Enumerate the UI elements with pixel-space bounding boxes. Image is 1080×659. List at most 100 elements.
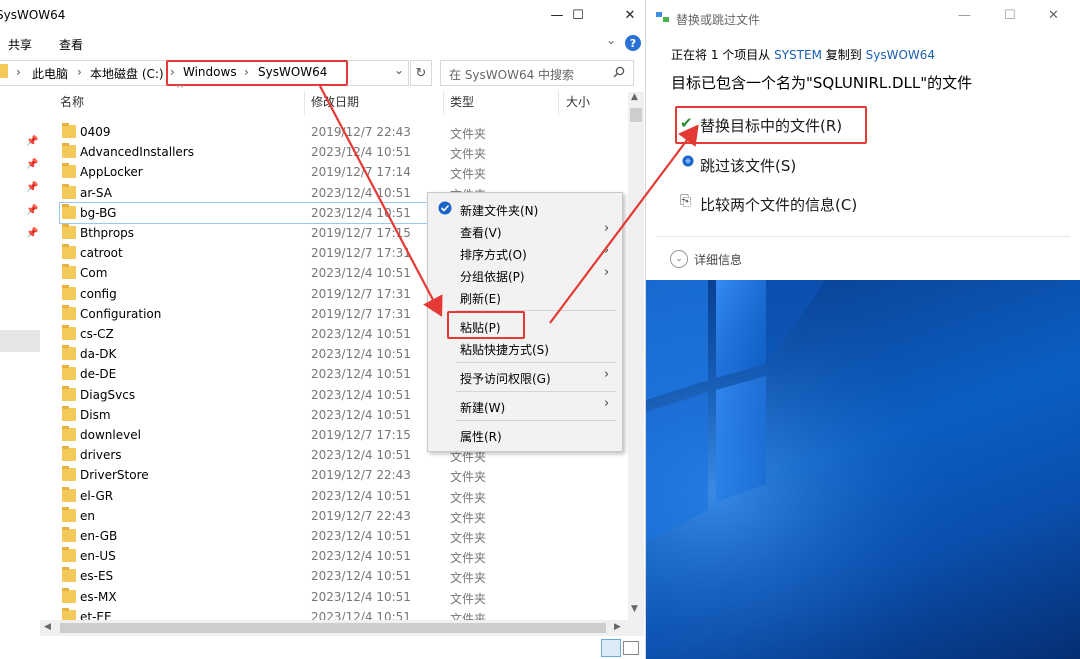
replace-skip-dialog: 替换或跳过文件 — ☐ ✕ 正在将 1 个项目从 SYSTEM 复制到 SysW… (646, 0, 1080, 280)
scroll-up-icon[interactable]: ▲ (631, 92, 638, 102)
file-name: drivers (80, 448, 122, 463)
folder-icon (62, 567, 76, 583)
ribbon-expand-icon[interactable]: ⌄ (606, 33, 616, 47)
dialog-minimize-button[interactable]: — (958, 8, 971, 23)
menu-item-sort-by[interactable]: 排序方式(O) (460, 246, 527, 263)
pin-icon[interactable]: 📌 (26, 136, 38, 147)
file-row[interactable]: es-ES 2023/12/4 10:51 文件夹 (60, 566, 620, 586)
target-link[interactable]: SysWOW64 (866, 48, 935, 62)
column-header-date[interactable]: 修改日期 (311, 93, 359, 113)
file-row[interactable]: en-GB 2023/12/4 10:51 文件夹 (60, 526, 620, 546)
address-dropdown-icon[interactable]: ⌄ (394, 63, 404, 77)
details-view-icon[interactable] (601, 639, 621, 657)
search-icon[interactable] (613, 66, 625, 78)
file-row[interactable]: DriverStore 2019/12/7 22:43 文件夹 (60, 465, 620, 485)
menu-item-new-folder[interactable]: 新建文件夹(N) (460, 202, 538, 219)
file-name: da-DK (80, 347, 117, 362)
scroll-left-icon[interactable]: ◀ (44, 622, 51, 632)
tab-share[interactable]: 共享 (8, 36, 32, 53)
vertical-scrollbar[interactable]: ▲ ▼ (628, 92, 644, 620)
menu-item-new[interactable]: 新建(W) (460, 399, 505, 416)
file-row[interactable]: en 2019/12/7 22:43 文件夹 (60, 506, 620, 526)
file-row[interactable]: 0409 2019/12/7 22:43 文件夹 (60, 122, 620, 142)
file-date: 2019/12/7 22:43 (311, 125, 411, 139)
menu-item-give-access[interactable]: 授予访问权限(G) (460, 370, 551, 387)
folder-icon (62, 244, 76, 260)
details-toggle[interactable]: 详细信息 (694, 251, 742, 268)
search-placeholder: 在 SysWOW64 中搜索 (449, 68, 575, 82)
breadcrumb-separator[interactable]: › (16, 65, 21, 79)
file-type: 文件夹 (450, 167, 487, 182)
submenu-chevron-icon: › (604, 265, 610, 280)
menu-item-view[interactable]: 查看(V) (460, 224, 502, 241)
menu-item-properties[interactable]: 属性(R) (460, 428, 502, 445)
folder-icon (62, 264, 76, 280)
folder-icon (62, 203, 76, 219)
file-name: el-GR (80, 488, 114, 503)
column-header-name[interactable]: 名称 (60, 93, 84, 113)
file-name: es-MX (80, 589, 117, 604)
menu-item-paste-shortcut[interactable]: 粘贴快捷方式(S) (460, 341, 549, 358)
pin-icon[interactable]: 📌 (26, 182, 38, 193)
details-chevron-icon[interactable]: ⌄ (670, 250, 688, 268)
breadcrumb-separator[interactable]: › (77, 65, 82, 79)
pin-icon[interactable]: 📌 (26, 159, 38, 170)
file-date: 2023/12/4 10:51 (311, 407, 411, 422)
file-date: 2023/12/4 10:51 (311, 549, 411, 564)
folder-icon (62, 426, 76, 441)
tab-view[interactable]: 查看 (59, 36, 83, 53)
column-header-type[interactable]: 类型 (450, 93, 474, 113)
file-row[interactable]: en-US 2023/12/4 10:51 文件夹 (60, 546, 620, 566)
dialog-maximize-button[interactable]: ☐ (1004, 8, 1016, 23)
pin-icon[interactable]: 📌 (26, 205, 38, 216)
source-link[interactable]: SYSTEM (774, 48, 822, 62)
file-name: en (80, 508, 95, 523)
close-button[interactable]: ✕ (610, 0, 645, 30)
folder-icon (62, 365, 76, 381)
breadcrumb-this-pc[interactable]: 此电脑 (32, 65, 68, 82)
file-type: 文件夹 (450, 551, 487, 566)
dialog-close-button[interactable]: ✕ (1048, 8, 1059, 23)
skip-option[interactable]: 跳过该文件(S) (700, 155, 796, 176)
file-row[interactable]: AdvancedInstallers 2023/12/4 10:51 文件夹 (60, 142, 620, 162)
scrollbar-thumb[interactable] (60, 623, 606, 633)
scroll-right-icon[interactable]: ▶ (614, 622, 621, 632)
menu-item-refresh[interactable]: 刷新(E) (460, 290, 501, 307)
file-name: downlevel (80, 428, 141, 442)
folder-icon (62, 143, 76, 159)
help-icon[interactable]: ? (625, 35, 641, 51)
file-row[interactable]: el-GR 2023/12/4 10:51 文件夹 (60, 486, 620, 506)
file-date: 2023/12/4 10:51 (311, 145, 411, 160)
compare-icon: ⎘ (680, 193, 692, 209)
scrollbar-thumb[interactable] (630, 108, 642, 122)
file-row[interactable]: AppLocker 2019/12/7 17:14 文件夹 (60, 162, 620, 182)
menu-separator (456, 362, 616, 363)
large-icons-view-icon[interactable] (623, 641, 639, 655)
refresh-icon[interactable]: ↻ (410, 60, 432, 86)
window-title: SysWOW64 (0, 8, 66, 22)
menu-item-group-by[interactable]: 分组依据(P) (460, 268, 525, 285)
file-type: 文件夹 (450, 510, 487, 525)
horizontal-scrollbar[interactable]: ◀ ▶ (40, 620, 644, 636)
folder-icon (62, 587, 76, 603)
breadcrumb-local-disk[interactable]: 本地磁盘 (C:) (90, 65, 164, 82)
folder-icon (62, 224, 76, 239)
file-name: ar-SA (80, 185, 112, 200)
copy-icon (656, 12, 670, 23)
file-name: config (80, 286, 117, 301)
path-highlight-box (166, 60, 348, 86)
pin-icon[interactable]: 📌 (26, 228, 38, 239)
sidebar-selected-item[interactable] (0, 330, 40, 352)
submenu-chevron-icon: › (604, 367, 610, 382)
column-divider[interactable] (558, 91, 559, 115)
compare-option[interactable]: 比较两个文件的信息(C) (700, 194, 857, 215)
file-row[interactable]: es-MX 2023/12/4 10:51 文件夹 (60, 587, 620, 607)
file-date: 2019/12/7 17:15 (311, 226, 411, 240)
scroll-down-icon[interactable]: ▼ (631, 604, 638, 614)
column-header-size[interactable]: 大小 (566, 93, 590, 113)
column-divider[interactable] (443, 91, 444, 115)
file-date: 2019/12/7 17:31 (311, 286, 411, 301)
search-input[interactable]: 在 SysWOW64 中搜索 (440, 60, 634, 86)
maximize-button[interactable]: ☐ (558, 0, 598, 30)
column-divider[interactable] (304, 91, 305, 115)
